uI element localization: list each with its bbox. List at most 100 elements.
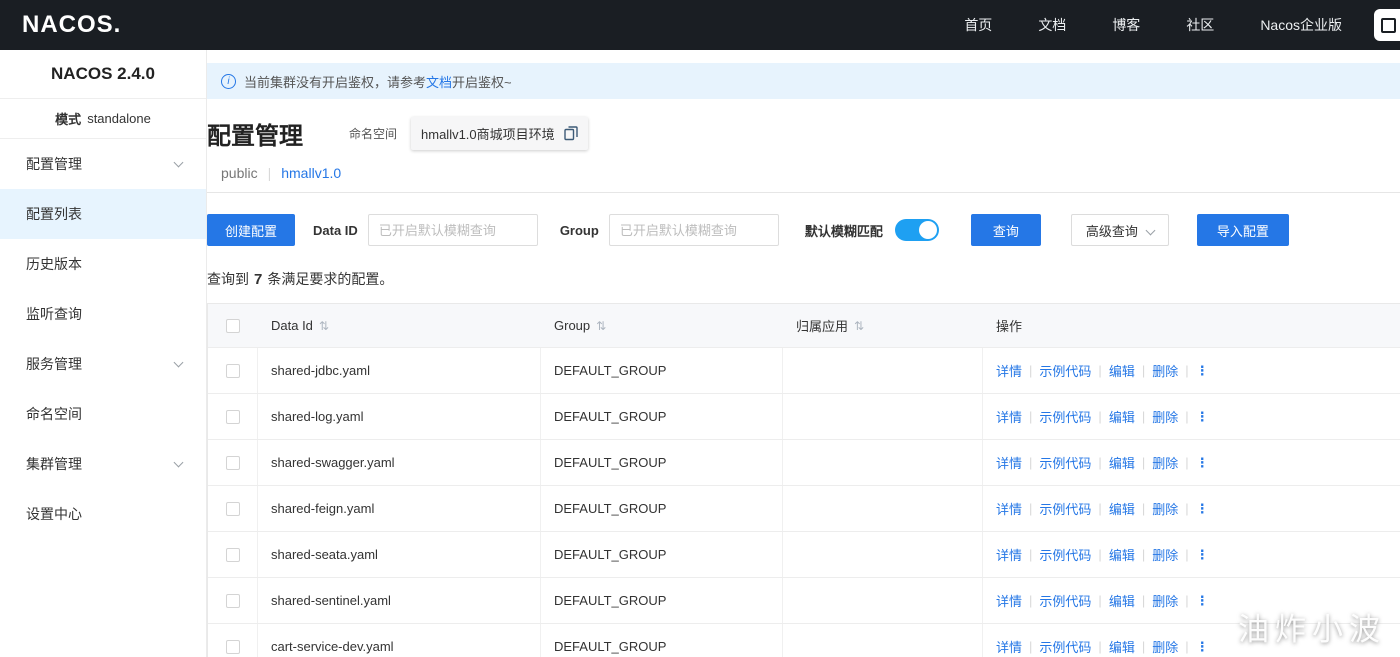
- edit-link[interactable]: 编辑: [1109, 591, 1135, 610]
- delete-link[interactable]: 删除: [1152, 361, 1178, 380]
- copy-icon[interactable]: [563, 126, 578, 141]
- tab-hmallv1[interactable]: hmallv1.0: [281, 165, 341, 181]
- query-button[interactable]: 查询: [970, 214, 1041, 246]
- sidebar-item-config-management[interactable]: 配置管理: [0, 139, 206, 189]
- group-input[interactable]: [608, 214, 779, 246]
- select-all-checkbox[interactable]: [226, 318, 240, 333]
- sample-code-link[interactable]: 示例代码: [1039, 545, 1091, 564]
- nav-enterprise[interactable]: Nacos企业版: [1260, 15, 1342, 35]
- fuzzy-match-label: 默认模糊匹配: [804, 223, 883, 239]
- row-checkbox[interactable]: [225, 547, 240, 562]
- sidebar-item-namespace[interactable]: 命名空间: [0, 389, 206, 439]
- toggle-knob: [918, 221, 937, 239]
- sidebar-mode: 模式 standalone: [0, 99, 206, 139]
- edit-link[interactable]: 编辑: [1109, 453, 1135, 472]
- sample-code-link[interactable]: 示例代码: [1039, 407, 1091, 426]
- sidebar-item-service-management[interactable]: 服务管理: [0, 339, 206, 389]
- sidebar-item-settings[interactable]: 设置中心: [0, 489, 206, 539]
- action-separator: |: [1098, 409, 1102, 424]
- detail-link[interactable]: 详情: [996, 591, 1022, 610]
- row-data-id: shared-swagger.yaml: [258, 440, 541, 485]
- sample-code-link[interactable]: 示例代码: [1039, 361, 1091, 380]
- delete-link[interactable]: 删除: [1152, 407, 1178, 426]
- col-group[interactable]: Group ⇅: [541, 304, 783, 347]
- fuzzy-match-toggle[interactable]: [894, 219, 939, 241]
- row-group: DEFAULT_GROUP: [541, 532, 783, 577]
- sidebar-item-cluster-management[interactable]: 集群管理: [0, 439, 206, 489]
- sample-code-link[interactable]: 示例代码: [1039, 499, 1091, 518]
- result-suffix: 条满足要求的配置。: [267, 271, 394, 287]
- row-checkbox-cell: [208, 578, 258, 623]
- tab-public[interactable]: public: [221, 165, 258, 181]
- data-id-input[interactable]: [367, 214, 538, 246]
- table-row: shared-log.yaml DEFAULT_GROUP 详情 | 示例代码 | 编辑…: [208, 394, 1400, 440]
- edit-link[interactable]: 编辑: [1109, 407, 1135, 426]
- result-summary: 查询到 7 条满足要求的配置。: [207, 269, 1400, 289]
- more-actions-icon[interactable]: ⋮: [1196, 363, 1209, 379]
- delete-link[interactable]: 删除: [1152, 545, 1178, 564]
- detail-link[interactable]: 详情: [996, 453, 1022, 472]
- more-actions-icon[interactable]: ⋮: [1196, 409, 1209, 425]
- action-separator: |: [1029, 593, 1033, 608]
- topbar-corner-button[interactable]: [1374, 9, 1400, 41]
- action-separator: |: [1185, 409, 1189, 424]
- sample-code-link[interactable]: 示例代码: [1039, 453, 1091, 472]
- detail-link[interactable]: 详情: [996, 499, 1022, 518]
- row-checkbox[interactable]: [225, 639, 240, 654]
- action-separator: |: [1141, 593, 1146, 608]
- sort-icon: ⇅: [318, 318, 329, 333]
- row-checkbox[interactable]: [225, 593, 240, 608]
- delete-link[interactable]: 删除: [1152, 637, 1178, 656]
- namespace-tabs: public | hmallv1.0: [207, 163, 1400, 193]
- advanced-query-button[interactable]: 高级查询: [1070, 214, 1169, 246]
- sidebar-item-config-list[interactable]: 配置列表: [0, 189, 206, 239]
- nav-community[interactable]: 社区: [1186, 15, 1214, 35]
- edit-link[interactable]: 编辑: [1109, 637, 1135, 656]
- col-app[interactable]: 归属应用 ⇅: [783, 304, 983, 347]
- sidebar-item-listener-query[interactable]: 监听查询: [0, 289, 206, 339]
- delete-link[interactable]: 删除: [1152, 499, 1178, 518]
- detail-link[interactable]: 详情: [996, 545, 1022, 564]
- action-separator: |: [1185, 593, 1189, 608]
- sample-code-link[interactable]: 示例代码: [1039, 591, 1091, 610]
- table-row: shared-jdbc.yaml DEFAULT_GROUP 详情 | 示例代码 | 编…: [208, 348, 1400, 394]
- delete-link[interactable]: 删除: [1152, 591, 1178, 610]
- chevron-down-icon: [1145, 225, 1156, 235]
- sidebar-menu: 配置管理 配置列表 历史版本 监听查询 服务管理 命名空间 集群管理 设置中心: [0, 139, 206, 539]
- row-actions: 详情 | 示例代码 | 编辑 | 删除 | ⋮: [983, 440, 1400, 485]
- edit-link[interactable]: 编辑: [1109, 545, 1135, 564]
- nav-home[interactable]: 首页: [964, 15, 992, 35]
- action-separator: |: [1029, 455, 1033, 470]
- sample-code-link[interactable]: 示例代码: [1039, 637, 1091, 656]
- import-config-button[interactable]: 导入配置: [1196, 214, 1289, 246]
- action-separator: |: [1185, 501, 1189, 516]
- edit-link[interactable]: 编辑: [1109, 361, 1135, 380]
- nav-docs[interactable]: 文档: [1038, 15, 1066, 35]
- nav-blog[interactable]: 博客: [1112, 15, 1140, 35]
- action-separator: |: [1141, 547, 1146, 562]
- action-separator: |: [1029, 639, 1033, 654]
- create-config-button[interactable]: 创建配置: [207, 214, 296, 246]
- detail-link[interactable]: 详情: [996, 637, 1022, 656]
- topbar-nav: 首页 文档 博客 社区 Nacos企业版: [964, 15, 1400, 35]
- more-actions-icon[interactable]: ⋮: [1196, 501, 1209, 517]
- detail-link[interactable]: 详情: [996, 407, 1022, 426]
- row-checkbox[interactable]: [225, 363, 240, 378]
- more-actions-icon[interactable]: ⋮: [1196, 547, 1209, 563]
- row-checkbox-cell: [208, 624, 258, 657]
- row-checkbox[interactable]: [225, 409, 240, 424]
- more-actions-icon[interactable]: ⋮: [1196, 455, 1209, 471]
- docs-link[interactable]: 文档: [426, 75, 452, 90]
- row-app: [783, 532, 983, 577]
- delete-link[interactable]: 删除: [1152, 453, 1178, 472]
- edit-link[interactable]: 编辑: [1109, 499, 1135, 518]
- sidebar-item-history[interactable]: 历史版本: [0, 239, 206, 289]
- row-checkbox[interactable]: [225, 455, 240, 470]
- row-checkbox[interactable]: [225, 501, 240, 516]
- row-actions: 详情 | 示例代码 | 编辑 | 删除 | ⋮: [983, 578, 1400, 623]
- detail-link[interactable]: 详情: [996, 361, 1022, 380]
- more-actions-icon[interactable]: ⋮: [1196, 593, 1209, 609]
- col-data-id[interactable]: Data Id ⇅: [258, 304, 541, 347]
- more-actions-icon[interactable]: ⋮: [1196, 639, 1209, 655]
- action-separator: |: [1098, 639, 1102, 654]
